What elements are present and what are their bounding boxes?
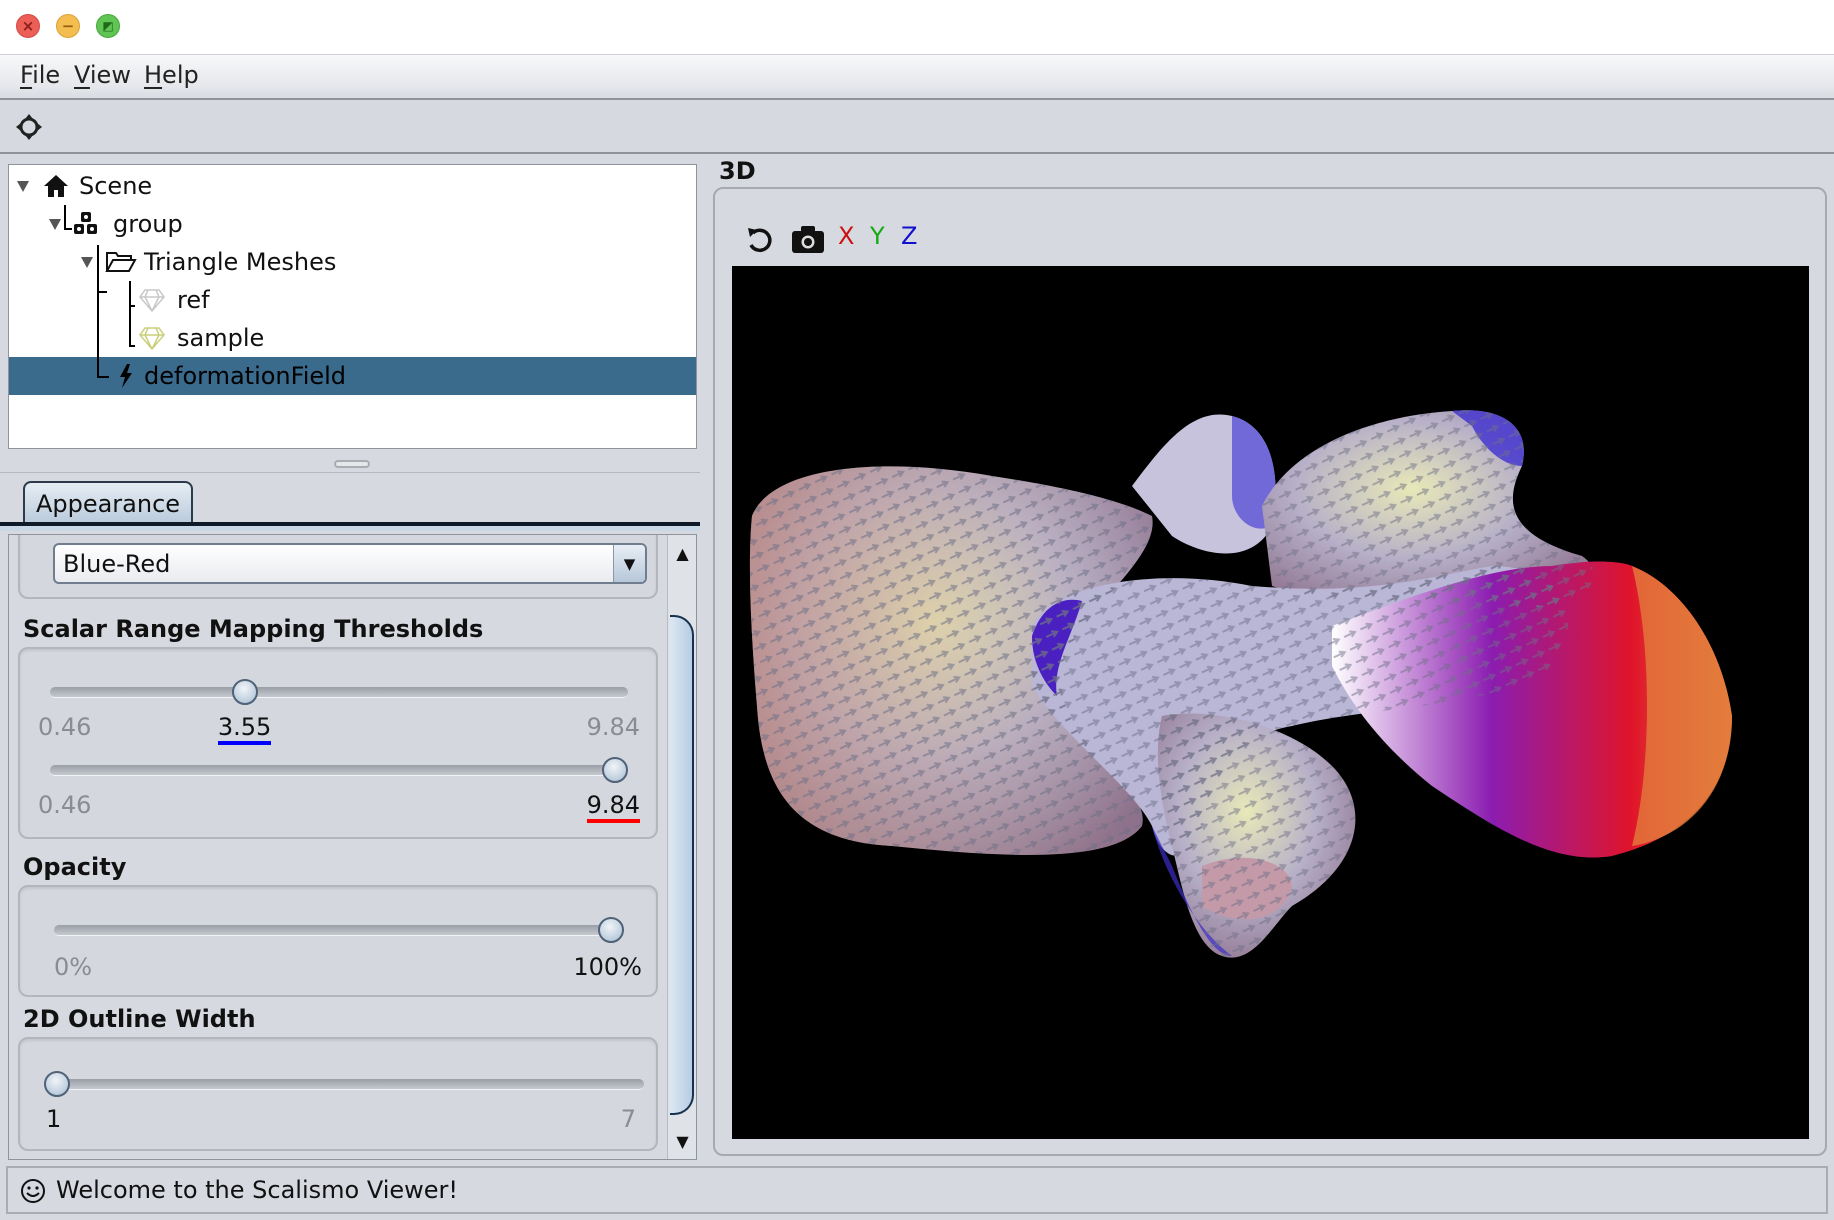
colormap-selected-value: Blue-Red: [63, 550, 171, 578]
home-icon: [44, 175, 68, 197]
main-toolbar: [0, 100, 1834, 154]
split-pane-handle[interactable]: [334, 460, 370, 468]
opacity-group: 0% 100%: [18, 885, 658, 997]
group-icon: [74, 212, 97, 234]
upper-threshold-slider[interactable]: [50, 765, 628, 776]
opacity-min-label: 0%: [54, 953, 93, 981]
status-message: Welcome to the Scalismo Viewer!: [56, 1176, 459, 1204]
lightning-icon: [120, 364, 132, 388]
tree-connector: [97, 376, 109, 378]
tree-node-label: Triangle Meshes: [144, 248, 337, 276]
lower-min-label: 0.46: [38, 713, 92, 741]
camera-icon[interactable]: [791, 224, 825, 254]
opacity-max-label: 100%: [573, 953, 642, 981]
minimize-icon: −: [61, 16, 75, 35]
scroll-up-arrow-icon[interactable]: ▲: [668, 535, 696, 571]
expand-toggle-icon[interactable]: [17, 181, 29, 192]
fullscreen-icon: ◩: [102, 19, 114, 33]
tree-node-ref[interactable]: ref: [9, 281, 696, 319]
tree-connector: [97, 357, 99, 377]
opacity-title: Opacity: [23, 853, 127, 881]
scalar-range-title: Scalar Range Mapping Thresholds: [23, 615, 484, 643]
status-bar: Welcome to the Scalismo Viewer!: [6, 1166, 1828, 1214]
viewport-title: 3D: [719, 157, 756, 185]
lower-threshold-slider[interactable]: [50, 687, 628, 698]
scalar-range-group: 0.46 3.55 9.84 0.46 9.84: [18, 647, 658, 839]
outline-width-thumb[interactable]: [44, 1071, 70, 1097]
tab-strip-highlight: [0, 526, 700, 531]
maximize-window-button[interactable]: ◩: [96, 14, 120, 38]
expand-toggle-icon[interactable]: [81, 257, 93, 268]
outline-width-slider[interactable]: [44, 1079, 644, 1090]
menu-view[interactable]: View: [74, 61, 131, 89]
mesh-icon: [139, 289, 165, 313]
view-axis-z-button[interactable]: Z: [901, 222, 917, 250]
mesh-icon: [139, 327, 165, 351]
tree-node-label: group: [113, 210, 183, 238]
outline-width-title: 2D Outline Width: [23, 1005, 256, 1033]
menu-file[interactable]: File: [20, 61, 60, 89]
tree-node-triangle-meshes[interactable]: Triangle Meshes: [9, 243, 696, 281]
tab-label: Appearance: [35, 489, 181, 518]
tree-node-deformation-field[interactable]: deformationField: [9, 357, 696, 395]
smiley-icon: [21, 1179, 45, 1203]
tab-appearance[interactable]: Appearance: [23, 481, 193, 524]
tree-node-scene[interactable]: Scene: [9, 167, 696, 205]
expand-toggle-icon[interactable]: [49, 219, 61, 230]
menu-file-label: ile: [32, 61, 61, 89]
opacity-slider[interactable]: [54, 925, 624, 936]
tree-node-label: Scene: [79, 172, 153, 200]
close-window-button[interactable]: ×: [16, 14, 40, 38]
menu-help-mnemonic: H: [144, 61, 163, 89]
tree-node-group[interactable]: group: [9, 205, 696, 243]
opacity-thumb[interactable]: [598, 917, 624, 943]
upper-min-label: 0.46: [38, 791, 92, 819]
lower-max-label: 9.84: [586, 713, 640, 741]
split-divider: [0, 472, 700, 473]
vertebra-mesh-render: [749, 410, 1732, 958]
reset-rotation-icon[interactable]: [745, 224, 775, 254]
tree-node-label: ref: [177, 286, 210, 314]
scrollbar-thumb[interactable]: [670, 615, 694, 1115]
menu-view-mnemonic: V: [74, 61, 90, 89]
close-icon: ×: [21, 16, 35, 35]
window-title-bar: × − ◩: [0, 0, 1834, 56]
settings-scrollbar[interactable]: ▲ ▼: [667, 535, 696, 1159]
tree-node-label: deformationField: [144, 362, 347, 390]
upper-threshold-value: 9.84: [586, 791, 640, 823]
menu-help[interactable]: Help: [144, 61, 199, 89]
chevron-down-icon[interactable]: ▼: [613, 545, 645, 582]
tree-node-sample[interactable]: sample: [9, 319, 696, 357]
move-crosshair-icon[interactable]: [14, 112, 44, 142]
lower-threshold-thumb[interactable]: [231, 679, 258, 705]
outline-min-label: 1: [46, 1105, 62, 1133]
menu-file-mnemonic: F: [20, 61, 33, 89]
scroll-down-arrow-icon[interactable]: ▼: [668, 1123, 696, 1159]
folder-icon: [105, 252, 137, 272]
scene-tree[interactable]: Scene group Triangle Meshes ref sample d…: [8, 164, 697, 449]
view-axis-x-button[interactable]: X: [838, 222, 854, 250]
lower-threshold-value: 3.55: [217, 713, 272, 745]
minimize-window-button[interactable]: −: [56, 14, 80, 38]
outline-max-label: 7: [620, 1105, 636, 1133]
colormap-select[interactable]: Blue-Red ▼: [53, 543, 647, 584]
colormap-group: Blue-Red ▼: [18, 535, 658, 599]
menu-bar: File View Help: [0, 55, 1834, 100]
outline-width-group: 1 7: [18, 1037, 658, 1151]
upper-threshold-thumb[interactable]: [602, 757, 628, 783]
view-axis-y-button[interactable]: Y: [870, 222, 885, 250]
menu-view-label: iew: [89, 61, 131, 89]
tree-node-label: sample: [177, 324, 265, 352]
menu-help-label: elp: [162, 61, 199, 89]
appearance-settings-panel: Blue-Red ▼ Scalar Range Mapping Threshol…: [8, 534, 697, 1160]
3d-render-canvas[interactable]: [732, 266, 1809, 1139]
